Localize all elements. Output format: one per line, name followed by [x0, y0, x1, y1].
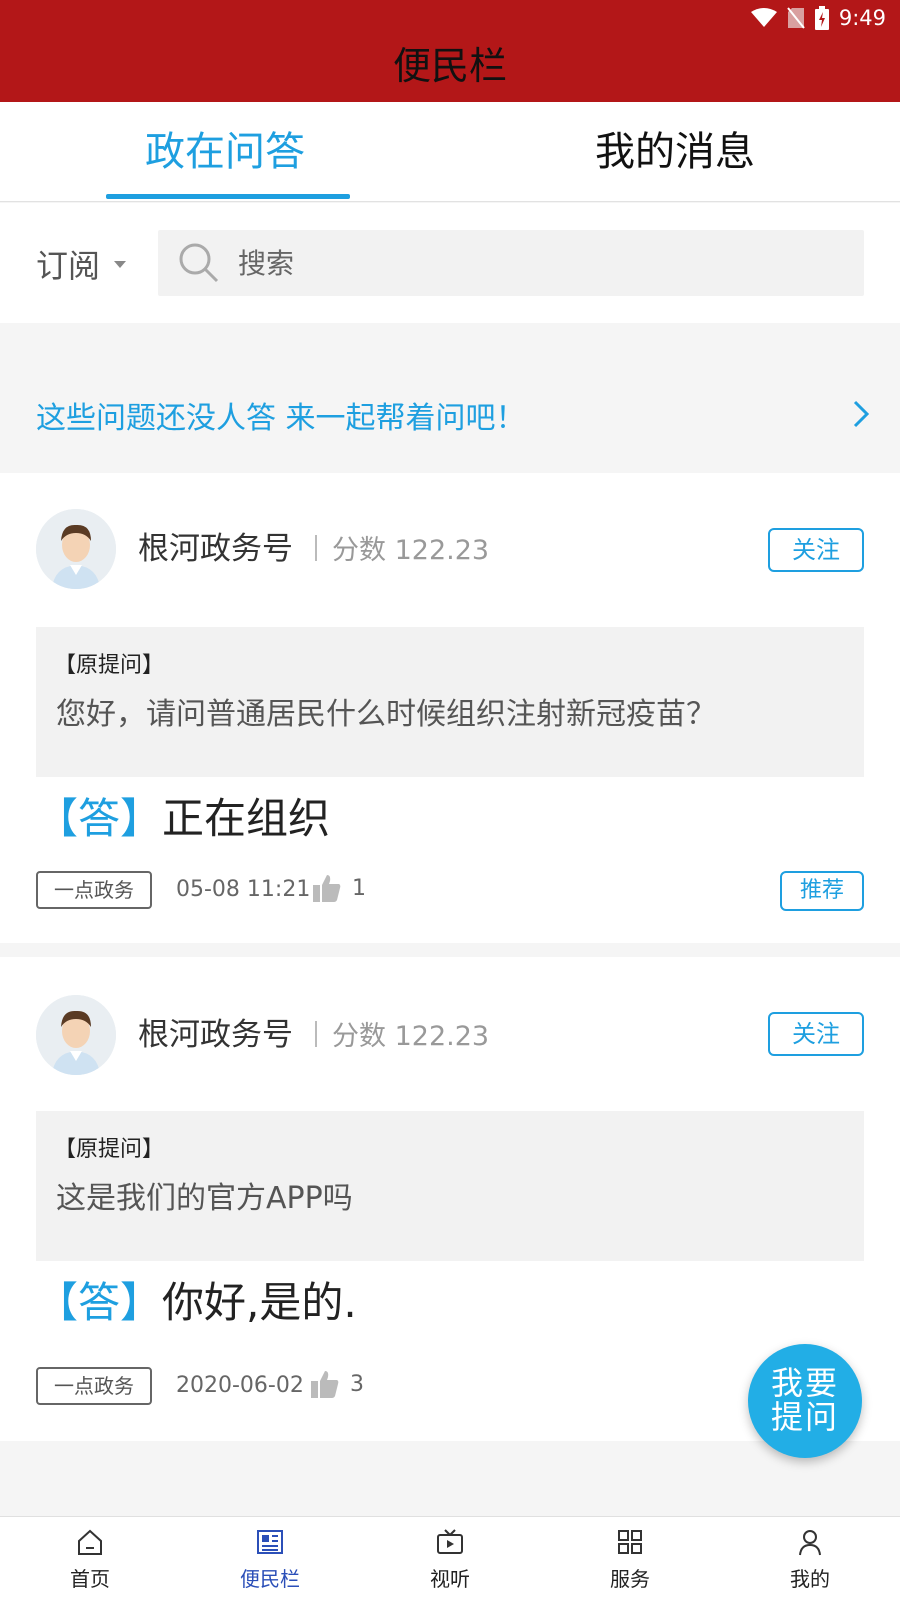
battery-icon [814, 6, 829, 30]
tab-my-messages[interactable]: 我的消息 [450, 102, 900, 202]
nav-home[interactable]: 首页 [0, 1517, 180, 1600]
like-count: 1 [352, 875, 366, 901]
source-tag: 一点政务 [36, 1367, 152, 1405]
nav-label: 视听 [430, 1567, 470, 1591]
question-text: 这是我们的官方APP吗 [56, 1181, 353, 1216]
search-row: 订阅 [0, 203, 900, 323]
divider [315, 535, 317, 561]
nav-media[interactable]: 视听 [360, 1517, 540, 1600]
status-bar: 9:49 [750, 0, 900, 36]
nav-label: 服务 [610, 1567, 650, 1591]
recommend-button[interactable]: 推荐 [780, 871, 864, 911]
grid-icon [618, 1530, 642, 1554]
nav-label: 首页 [70, 1567, 110, 1591]
bottom-nav: 首页 便民栏 视听 服务 我的 [0, 1516, 900, 1600]
source-tag: 一点政务 [36, 871, 152, 909]
avatar [36, 995, 116, 1075]
user-name: 根河政务号 [138, 531, 293, 567]
caret-down-icon [114, 260, 127, 268]
post-date: 2020-06-02 [176, 1373, 304, 1398]
tab-bar: 政在问答 我的消息 [0, 102, 900, 202]
follow-button[interactable]: 关注 [768, 528, 864, 572]
person-avatar-icon [36, 995, 116, 1075]
like-button[interactable]: 3 [310, 1369, 364, 1399]
banner-text: 这些问题还没人答 来一起帮着问吧！ [36, 401, 526, 436]
like-count: 3 [350, 1371, 364, 1397]
user-icon [799, 1530, 821, 1556]
search-icon [179, 243, 219, 283]
user-name: 根河政务号 [138, 1017, 293, 1053]
answer-tag: 【答】 [36, 1278, 163, 1327]
wifi-icon [750, 8, 777, 27]
tv-icon [437, 1529, 463, 1554]
nav-bianmin[interactable]: 便民栏 [180, 1517, 360, 1600]
status-time: 9:49 [838, 6, 886, 30]
answer-text: 你好,是的. [162, 1278, 357, 1327]
question-tag: 【原提问】 [54, 653, 165, 678]
app-header: 9:49 便民栏 [0, 0, 900, 102]
question-text: 您好，请问普通居民什么时候组织注射新冠疫苗？ [56, 697, 716, 732]
answer-text: 正在组织 [162, 794, 331, 843]
no-sim-icon [787, 7, 805, 29]
subscribe-dropdown[interactable]: 订阅 [36, 239, 127, 289]
user-score: 分数 122.23 [332, 1021, 490, 1052]
nav-me[interactable]: 我的 [720, 1517, 900, 1600]
fab-line1: 我要 [770, 1364, 839, 1402]
search-box[interactable] [158, 230, 864, 296]
ask-question-button[interactable]: 我要 提问 [748, 1344, 862, 1458]
search-input[interactable] [238, 246, 838, 280]
question-box: 【原提问】 这是我们的官方APP吗 [36, 1111, 864, 1261]
like-button[interactable]: 1 [312, 873, 366, 903]
qa-card[interactable]: 根河政务号 分数 122.23 关注 【原提问】 您好，请问普通居民什么时候组织… [0, 473, 900, 943]
nav-label: 便民栏 [240, 1567, 300, 1591]
fab-line2: 提问 [770, 1398, 839, 1436]
nav-label: 我的 [790, 1567, 830, 1591]
subscribe-label: 订阅 [36, 247, 101, 285]
question-tag: 【原提问】 [54, 1137, 165, 1162]
tab-qa[interactable]: 政在问答 [0, 102, 450, 202]
page-title: 便民栏 [392, 44, 507, 88]
post-date: 05-08 11:21 [176, 877, 311, 902]
person-avatar-icon [36, 509, 116, 589]
follow-button[interactable]: 关注 [768, 1012, 864, 1056]
answer-tag: 【答】 [36, 794, 163, 843]
thumbs-up-icon [313, 875, 341, 902]
divider [315, 1021, 317, 1047]
question-box: 【原提问】 您好，请问普通居民什么时候组织注射新冠疫苗？ [36, 627, 864, 777]
home-icon [78, 1529, 102, 1555]
nav-services[interactable]: 服务 [540, 1517, 720, 1600]
answer: 【答】正在组织 [36, 785, 330, 846]
answer: 【答】你好,是的. [36, 1269, 357, 1330]
avatar [36, 509, 116, 589]
unanswered-banner[interactable]: 这些问题还没人答 来一起帮着问吧！ [0, 323, 900, 473]
thumbs-up-icon [311, 1371, 339, 1398]
user-score: 分数 122.23 [332, 535, 490, 566]
chevron-right-icon [853, 400, 870, 428]
tab-indicator [106, 194, 350, 199]
newspaper-icon [257, 1530, 283, 1554]
